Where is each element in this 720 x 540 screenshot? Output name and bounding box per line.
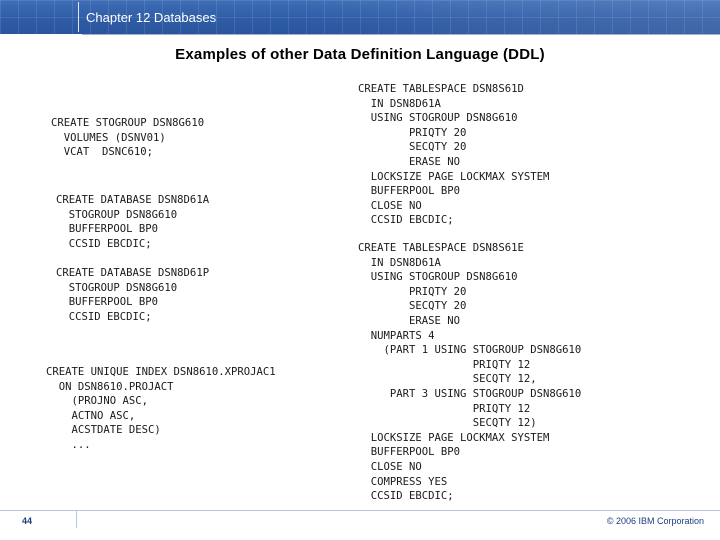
slide-title: Examples of other Data Definition Langua… [175, 46, 545, 63]
footer-divider [76, 510, 77, 528]
code-create-tablespace-2: CREATE TABLESPACE DSN8S61E IN DSN8D61A U… [358, 242, 582, 503]
header-bar: Chapter 12 Databases [0, 0, 720, 34]
header-underline [82, 34, 720, 35]
header-fade [300, 0, 720, 34]
footer-rule [0, 510, 720, 511]
header-divider [78, 2, 79, 32]
code-create-tablespace-1: CREATE TABLESPACE DSN8S61D IN DSN8D61A U… [358, 83, 550, 227]
copyright-notice: © 2006 IBM Corporation [606, 516, 704, 526]
code-create-database-1: CREATE DATABASE DSN8D61A STOGROUP DSN8G6… [56, 194, 210, 250]
code-create-index: CREATE UNIQUE INDEX DSN8610.XPROJAC1 ON … [46, 366, 276, 451]
page-number: 44 [22, 516, 33, 526]
code-create-database-2: CREATE DATABASE DSN8D61P STOGROUP DSN8G6… [56, 267, 210, 323]
code-create-stogroup: CREATE STOGROUP DSN8G610 VOLUMES (DSNV01… [51, 117, 205, 159]
chapter-title: Chapter 12 Databases [86, 10, 217, 25]
